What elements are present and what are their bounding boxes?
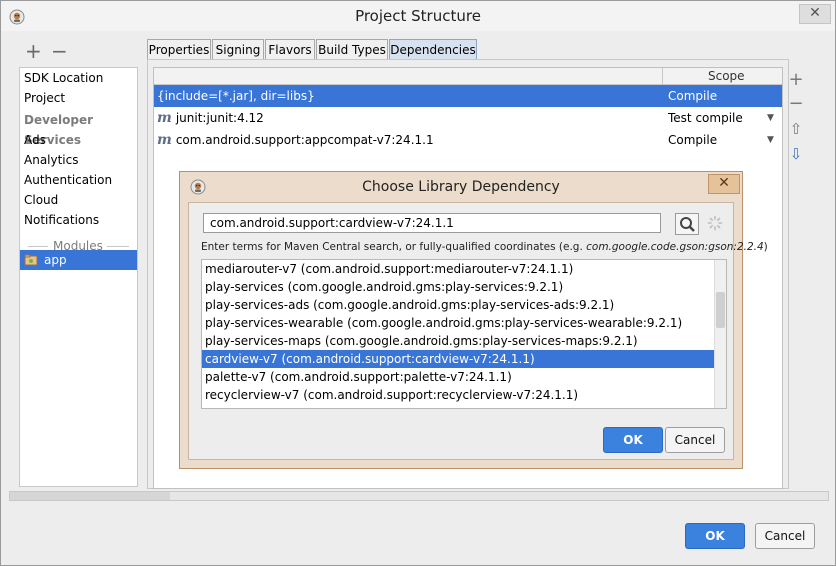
column-separator [662,68,663,84]
list-item[interactable]: play-services-maps (com.google.android.g… [202,332,714,350]
dialog-ok-button[interactable]: OK [603,427,663,453]
scrollbar-thumb[interactable] [716,292,725,328]
table-header: Scope [154,68,782,85]
title-bar: Project Structure ✕ [1,1,835,31]
move-down-button[interactable]: ⇩ [787,145,805,163]
dependency-name: junit:junit:4.12 [175,111,264,125]
dialog-cancel-button[interactable]: Cancel [665,427,725,453]
move-up-button[interactable]: ⇧ [787,120,805,138]
dependency-name: {include=[*.jar], dir=libs} [157,89,315,103]
library-search-input[interactable] [203,213,661,233]
search-icon [680,217,695,232]
list-item[interactable]: cardview-v7 (com.android.support:cardvie… [202,350,714,368]
tab-dependencies[interactable]: Dependencies [389,39,477,61]
list-item[interactable]: play-services (com.google.android.gms:pl… [202,278,714,296]
separator-line [107,246,129,247]
tab-properties[interactable]: Properties [147,39,211,61]
remove-dependency-button[interactable]: − [787,95,805,113]
module-item-app[interactable]: app [20,250,137,270]
left-nav-list: SDK Location Project Developer Services … [19,67,138,487]
tab-signing[interactable]: Signing [212,39,264,61]
dependency-scope[interactable]: Compile [668,85,717,107]
tab-flavors[interactable]: Flavors [265,39,315,61]
scrollbar-thumb[interactable] [10,492,170,500]
add-dependency-button[interactable]: + [787,71,805,89]
tab-build-types[interactable]: Build Types [316,39,388,61]
left-item-analytics[interactable]: Analytics [24,150,79,170]
left-item-ads[interactable]: Ads [24,130,46,150]
hint-example: com.google.code.gson:gson:2.2.4 [586,241,764,253]
list-item[interactable]: mediarouter-v7 (com.android.support:medi… [202,260,714,278]
result-text: play-services-ads (com.google.android.gm… [205,298,615,312]
scope-column-header[interactable]: Scope [708,69,745,83]
list-item[interactable]: play-services-ads (com.google.android.gm… [202,296,714,314]
result-text: play-services (com.google.android.gms:pl… [205,280,564,294]
result-text: palette-v7 (com.android.support:palette-… [205,370,512,384]
maven-icon: m [157,110,172,126]
chevron-down-icon[interactable]: ▼ [767,107,774,129]
dialog-close-button[interactable]: ✕ [708,174,740,194]
list-item[interactable]: palette-v7 (com.android.support:palette-… [202,368,714,386]
dependency-scope[interactable]: Compile [668,129,717,151]
dialog-title: Choose Library Dependency [362,179,560,195]
dependency-scope[interactable]: Test compile [668,107,743,129]
hint-text: Enter terms for Maven Central search, or… [201,241,587,253]
left-header-developer-services: Developer Services [24,113,94,147]
chevron-down-icon[interactable]: ▼ [767,129,774,151]
dialog-body: Enter terms for Maven Central search, or… [188,202,768,460]
search-hint: Enter terms for Maven Central search, or… [201,241,768,253]
separator-line [28,246,48,247]
table-row[interactable]: m com.android.support:appcompat-v7:24.1.1… [154,129,782,151]
table-row[interactable]: {include=[*.jar], dir=libs} Compile [154,85,782,107]
cancel-button[interactable]: Cancel [755,523,815,549]
loading-spinner-icon [707,215,723,231]
list-item[interactable]: recyclerview-v7 (com.android.support:rec… [202,386,714,404]
left-item-authentication[interactable]: Authentication [24,170,112,190]
add-module-button[interactable]: + [25,41,42,61]
search-results-list: mediarouter-v7 (com.android.support:medi… [201,259,727,409]
search-button[interactable] [675,213,699,235]
result-text: play-services-wearable (com.google.andro… [205,316,683,330]
list-item[interactable]: play-services-wearable (com.google.andro… [202,314,714,332]
module-folder-icon [24,254,38,266]
module-item-label: app [44,253,67,267]
result-text: cardview-v7 (com.android.support:cardvie… [205,352,535,366]
hint-suffix: ) [763,241,768,253]
results-scrollbar[interactable] [714,260,726,408]
horizontal-scrollbar[interactable] [9,491,829,501]
left-item-cloud[interactable]: Cloud [24,190,58,210]
result-text: play-services-maps (com.google.android.g… [205,334,638,348]
left-item-project[interactable]: Project [24,88,65,108]
ok-button[interactable]: OK [685,523,745,549]
close-button[interactable]: ✕ [799,4,831,24]
project-structure-window: Project Structure ✕ + − SDK Location Pro… [0,0,836,566]
remove-module-button[interactable]: − [51,41,68,61]
left-item-sdk-location[interactable]: SDK Location [24,68,103,88]
table-row[interactable]: m junit:junit:4.12 Test compile ▼ [154,107,782,129]
result-text: mediarouter-v7 (com.android.support:medi… [205,262,574,276]
left-item-notifications[interactable]: Notifications [24,210,99,230]
dependency-name: com.android.support:appcompat-v7:24.1.1 [175,133,434,147]
maven-icon: m [157,132,172,148]
result-text: recyclerview-v7 (com.android.support:rec… [205,388,579,402]
choose-library-dependency-dialog: Choose Library Dependency ✕ com.android.… [179,171,768,469]
window-title: Project Structure [355,7,481,25]
